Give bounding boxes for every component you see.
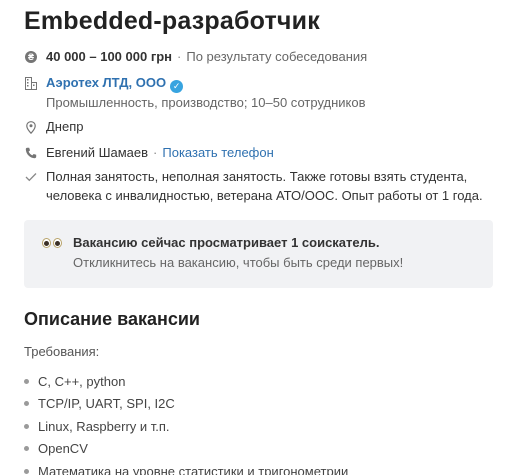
notice-subtitle: Откликнитесь на вакансию, чтобы быть сре… xyxy=(73,255,404,270)
verified-check-icon: ✓ xyxy=(170,80,184,93)
notice-title: Вакансию сейчас просматривает 1 соискате… xyxy=(73,235,380,250)
bullet-icon xyxy=(24,468,29,474)
bullet-icon xyxy=(24,401,29,407)
contact-name: Евгений Шамаев xyxy=(46,145,149,160)
company-link[interactable]: Аэротех ЛТД, ООО xyxy=(46,75,166,90)
phone-icon xyxy=(24,146,38,160)
list-item: Математика на уровне статистики и тригон… xyxy=(24,460,348,475)
building-icon xyxy=(24,76,38,90)
list-item: TCP/IP, UART, SPI, I2C xyxy=(24,393,348,416)
list-item: C, C++, python xyxy=(24,370,348,393)
separator-dot: · xyxy=(177,49,182,64)
location-row: Днепр xyxy=(24,117,83,136)
conditions-line-1: Полная занятость, неполная занятость. Та… xyxy=(46,169,468,184)
description-heading: Описание вакансии xyxy=(24,309,201,329)
vacancy-title: Embedded-разработчик xyxy=(24,7,320,35)
salary-row: ₴ 40 000 – 100 000 грн · По результату соб… xyxy=(24,47,367,66)
salary-range: 40 000 – 100 000 грн xyxy=(46,49,173,64)
bullet-icon xyxy=(24,446,29,452)
map-pin-icon xyxy=(24,120,38,134)
conditions-line-2: человека с инвалидностью, ветерана АТО/О… xyxy=(46,188,483,203)
separator-dot: · xyxy=(153,145,158,160)
requirements-list: C, C++, python TCP/IP, UART, SPI, I2C Li… xyxy=(24,370,348,475)
bullet-icon xyxy=(24,423,29,429)
conditions-row: Полная занятость, неполная занятость. Та… xyxy=(24,167,483,205)
checkmark-icon xyxy=(24,170,38,184)
company-row: Аэротех ЛТД, ООО ✓ Промышленность, произв… xyxy=(24,73,366,112)
company-info: Промышленность, производство; 10–50 сотр… xyxy=(46,95,366,110)
list-item: Linux, Raspberry и т.п. xyxy=(24,415,348,438)
eyes-icon xyxy=(42,238,62,248)
location-text: Днепр xyxy=(46,119,84,134)
contact-row: Евгений Шамаев · Показать телефон xyxy=(24,143,274,162)
list-item: OpenCV xyxy=(24,438,348,461)
requirements-label: Требования: xyxy=(24,344,100,359)
bullet-icon xyxy=(24,378,29,384)
salary-note: По результату собеседования xyxy=(186,49,368,64)
hryvnia-coin-icon: ₴ xyxy=(24,50,38,64)
viewers-notice: Вакансию сейчас просматривает 1 соискате… xyxy=(24,220,493,288)
show-phone-link[interactable]: Показать телефон xyxy=(162,145,273,160)
